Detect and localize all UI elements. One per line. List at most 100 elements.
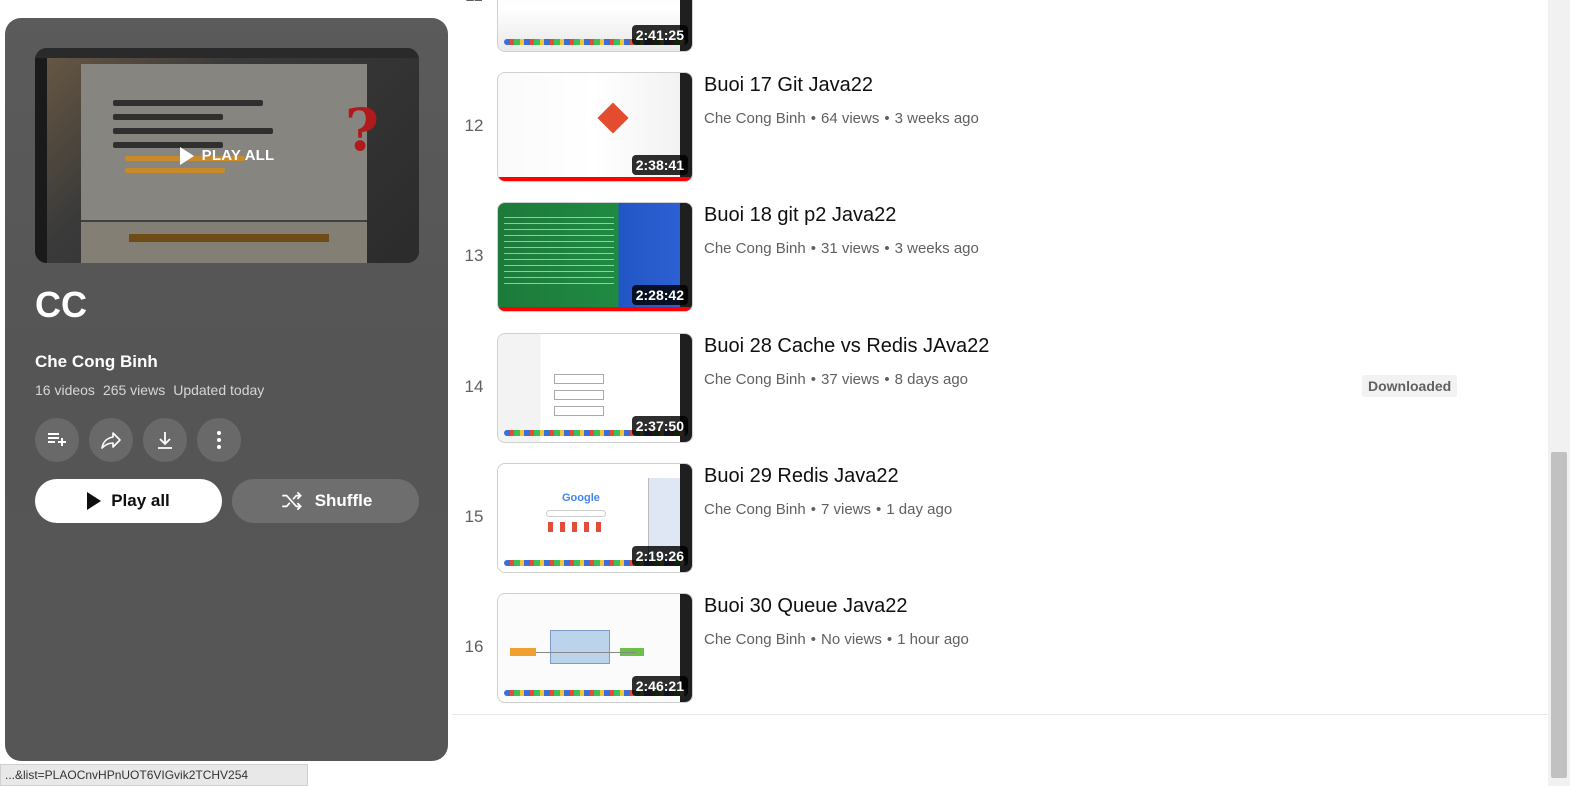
video-meta: Che Cong Binh • 64 views • 3 weeks ago	[704, 110, 979, 127]
channel-name[interactable]: Che Cong Binh	[704, 631, 806, 648]
diagram-producer-box	[510, 648, 536, 656]
channel-name[interactable]: Che Cong Binh	[704, 501, 806, 518]
watched-progress-bar	[498, 177, 692, 181]
diagram-arrow	[536, 652, 636, 653]
scrollbar-thumb[interactable]	[1551, 452, 1567, 778]
download-icon	[158, 432, 172, 449]
video-title[interactable]: Buoi 18 git p2 Java22	[704, 204, 896, 227]
terminal-text-lines	[504, 217, 614, 287]
more-vert-icon	[217, 431, 221, 449]
shuffle-button[interactable]: Shuffle	[232, 479, 419, 523]
video-age: 8 days ago	[894, 371, 969, 388]
video-views: 31 views	[821, 240, 880, 257]
video-duration: 2:28:42	[631, 285, 688, 305]
playlist-stats: 16 videos 265 views Updated today	[35, 382, 264, 398]
meta-separator: •	[886, 631, 893, 648]
diagram-queue-box	[550, 630, 610, 664]
video-index: 12	[464, 116, 484, 135]
video-views: 64 views	[821, 110, 880, 127]
video-index: 16	[464, 637, 484, 656]
video-age: 1 hour ago	[897, 631, 969, 648]
playlist-owner[interactable]: Che Cong Binh	[35, 352, 158, 372]
playlist-title: CC	[35, 284, 87, 325]
add-to-queue-icon	[48, 433, 66, 446]
playback-buttons: Play all Shuffle	[35, 479, 419, 523]
video-thumbnail[interactable]: 2:46:21	[497, 593, 693, 703]
video-age: 3 weeks ago	[894, 240, 979, 257]
google-logo-text: Google	[562, 492, 600, 504]
thumbnail-card	[554, 390, 604, 400]
video-meta: Che Cong Binh • No views • 1 hour ago	[704, 631, 969, 648]
video-meta: Che Cong Binh • 7 views • 1 day ago	[704, 501, 952, 518]
video-index: 15	[464, 507, 484, 526]
video-duration: 2:37:50	[631, 416, 688, 436]
list-divider	[452, 714, 1548, 715]
meta-separator: •	[884, 110, 890, 127]
video-title[interactable]: Buoi 30 Queue Java22	[704, 595, 908, 618]
download-button[interactable]	[143, 418, 187, 462]
video-meta: Che Cong Binh • 31 views • 3 weeks ago	[704, 240, 979, 257]
video-thumbnail[interactable]: 2:38:41	[497, 72, 693, 182]
video-thumbnail[interactable]: 2:28:42	[497, 202, 693, 312]
meta-separator: •	[810, 110, 816, 127]
meta-separator: •	[810, 631, 816, 648]
view-count: 265 views	[102, 382, 166, 398]
playlist-video-row[interactable]: 12 2:38:41 Buoi 17 Git Java22 Che Cong B…	[452, 72, 1548, 184]
thumbnail-shortcuts	[548, 522, 604, 532]
shuffle-icon	[281, 491, 302, 511]
channel-name[interactable]: Che Cong Binh	[704, 371, 806, 388]
video-age: 3 weeks ago	[894, 110, 979, 127]
save-to-queue-button[interactable]	[35, 418, 79, 462]
video-duration: 2:19:26	[631, 546, 688, 566]
video-index: 11	[452, 0, 496, 6]
share-button[interactable]	[89, 418, 133, 462]
meta-separator: •	[810, 501, 816, 518]
video-age: 1 day ago	[886, 501, 953, 518]
playlist-video-row[interactable]: 15 Google 2:19:26 Buoi 29 Redis Java22 C…	[452, 463, 1548, 575]
video-duration: 2:41:25	[631, 25, 688, 45]
video-views: 7 views	[821, 501, 872, 518]
video-thumbnail[interactable]: 2:37:50	[497, 333, 693, 443]
playlist-video-row[interactable]: 11 2:41:25	[452, 0, 1548, 54]
video-meta: Che Cong Binh • 37 views • 8 days ago	[704, 371, 968, 388]
video-count: 16 videos	[35, 382, 95, 398]
meta-separator: •	[876, 501, 882, 518]
meta-separator: •	[884, 240, 890, 257]
meta-separator: •	[810, 371, 816, 388]
video-index: 13	[464, 246, 484, 265]
play-icon	[87, 492, 102, 510]
video-duration: 2:46:21	[631, 676, 688, 696]
play-icon	[179, 146, 194, 165]
more-actions-button[interactable]	[197, 418, 241, 462]
channel-name[interactable]: Che Cong Binh	[704, 110, 806, 127]
channel-name[interactable]: Che Cong Binh	[704, 240, 806, 257]
video-title[interactable]: Buoi 17 Git Java22	[704, 74, 873, 97]
thumbnail-card	[554, 406, 604, 416]
meta-separator: •	[884, 371, 890, 388]
status-bar-url: ...&list=PLAOCnvHPnUOT6VIGvik2TCHV254	[0, 764, 308, 786]
watched-progress-bar	[498, 307, 692, 311]
play-all-overlay-label: PLAY ALL	[201, 147, 275, 164]
downloaded-badge: Downloaded	[1362, 375, 1458, 397]
shuffle-label: Shuffle	[314, 491, 373, 510]
video-title[interactable]: Buoi 29 Redis Java22	[704, 465, 899, 488]
thumbnail-search-box	[546, 510, 606, 517]
playlist-video-list: 11 2:41:25 12 2:38:41 Buoi 17 Git Java22…	[452, 0, 1548, 786]
thumbnail-card	[554, 374, 604, 384]
updated-label: Updated today	[173, 382, 265, 398]
video-duration: 2:38:41	[631, 155, 688, 175]
play-all-button[interactable]: Play all	[35, 479, 222, 523]
video-thumbnail[interactable]: Google 2:19:26	[497, 463, 693, 573]
video-thumbnail[interactable]: 2:41:25	[497, 0, 693, 52]
playlist-video-row[interactable]: 13 2:28:42 Buoi 18 git p2 Java22 Che Con…	[452, 202, 1548, 314]
play-all-overlay[interactable]: PLAY ALL	[35, 48, 419, 263]
meta-separator: •	[810, 240, 816, 257]
playlist-hero-thumbnail[interactable]: ? PLAY ALL	[35, 48, 419, 263]
video-views: 37 views	[821, 371, 880, 388]
playlist-video-row[interactable]: 16 2:46:21 Buoi 30 Queue Java22 Che Cong…	[452, 593, 1548, 705]
playlist-header-panel: ? PLAY ALL CC Che Cong Binh 16 videos 26…	[5, 18, 448, 761]
playlist-video-row[interactable]: 14 2:37:50 Buoi 28 Cache vs Redis JAva22…	[452, 333, 1548, 445]
video-views: No views	[821, 631, 882, 648]
video-title[interactable]: Buoi 28 Cache vs Redis JAva22	[704, 335, 989, 358]
page-scrollbar[interactable]	[1548, 0, 1570, 786]
